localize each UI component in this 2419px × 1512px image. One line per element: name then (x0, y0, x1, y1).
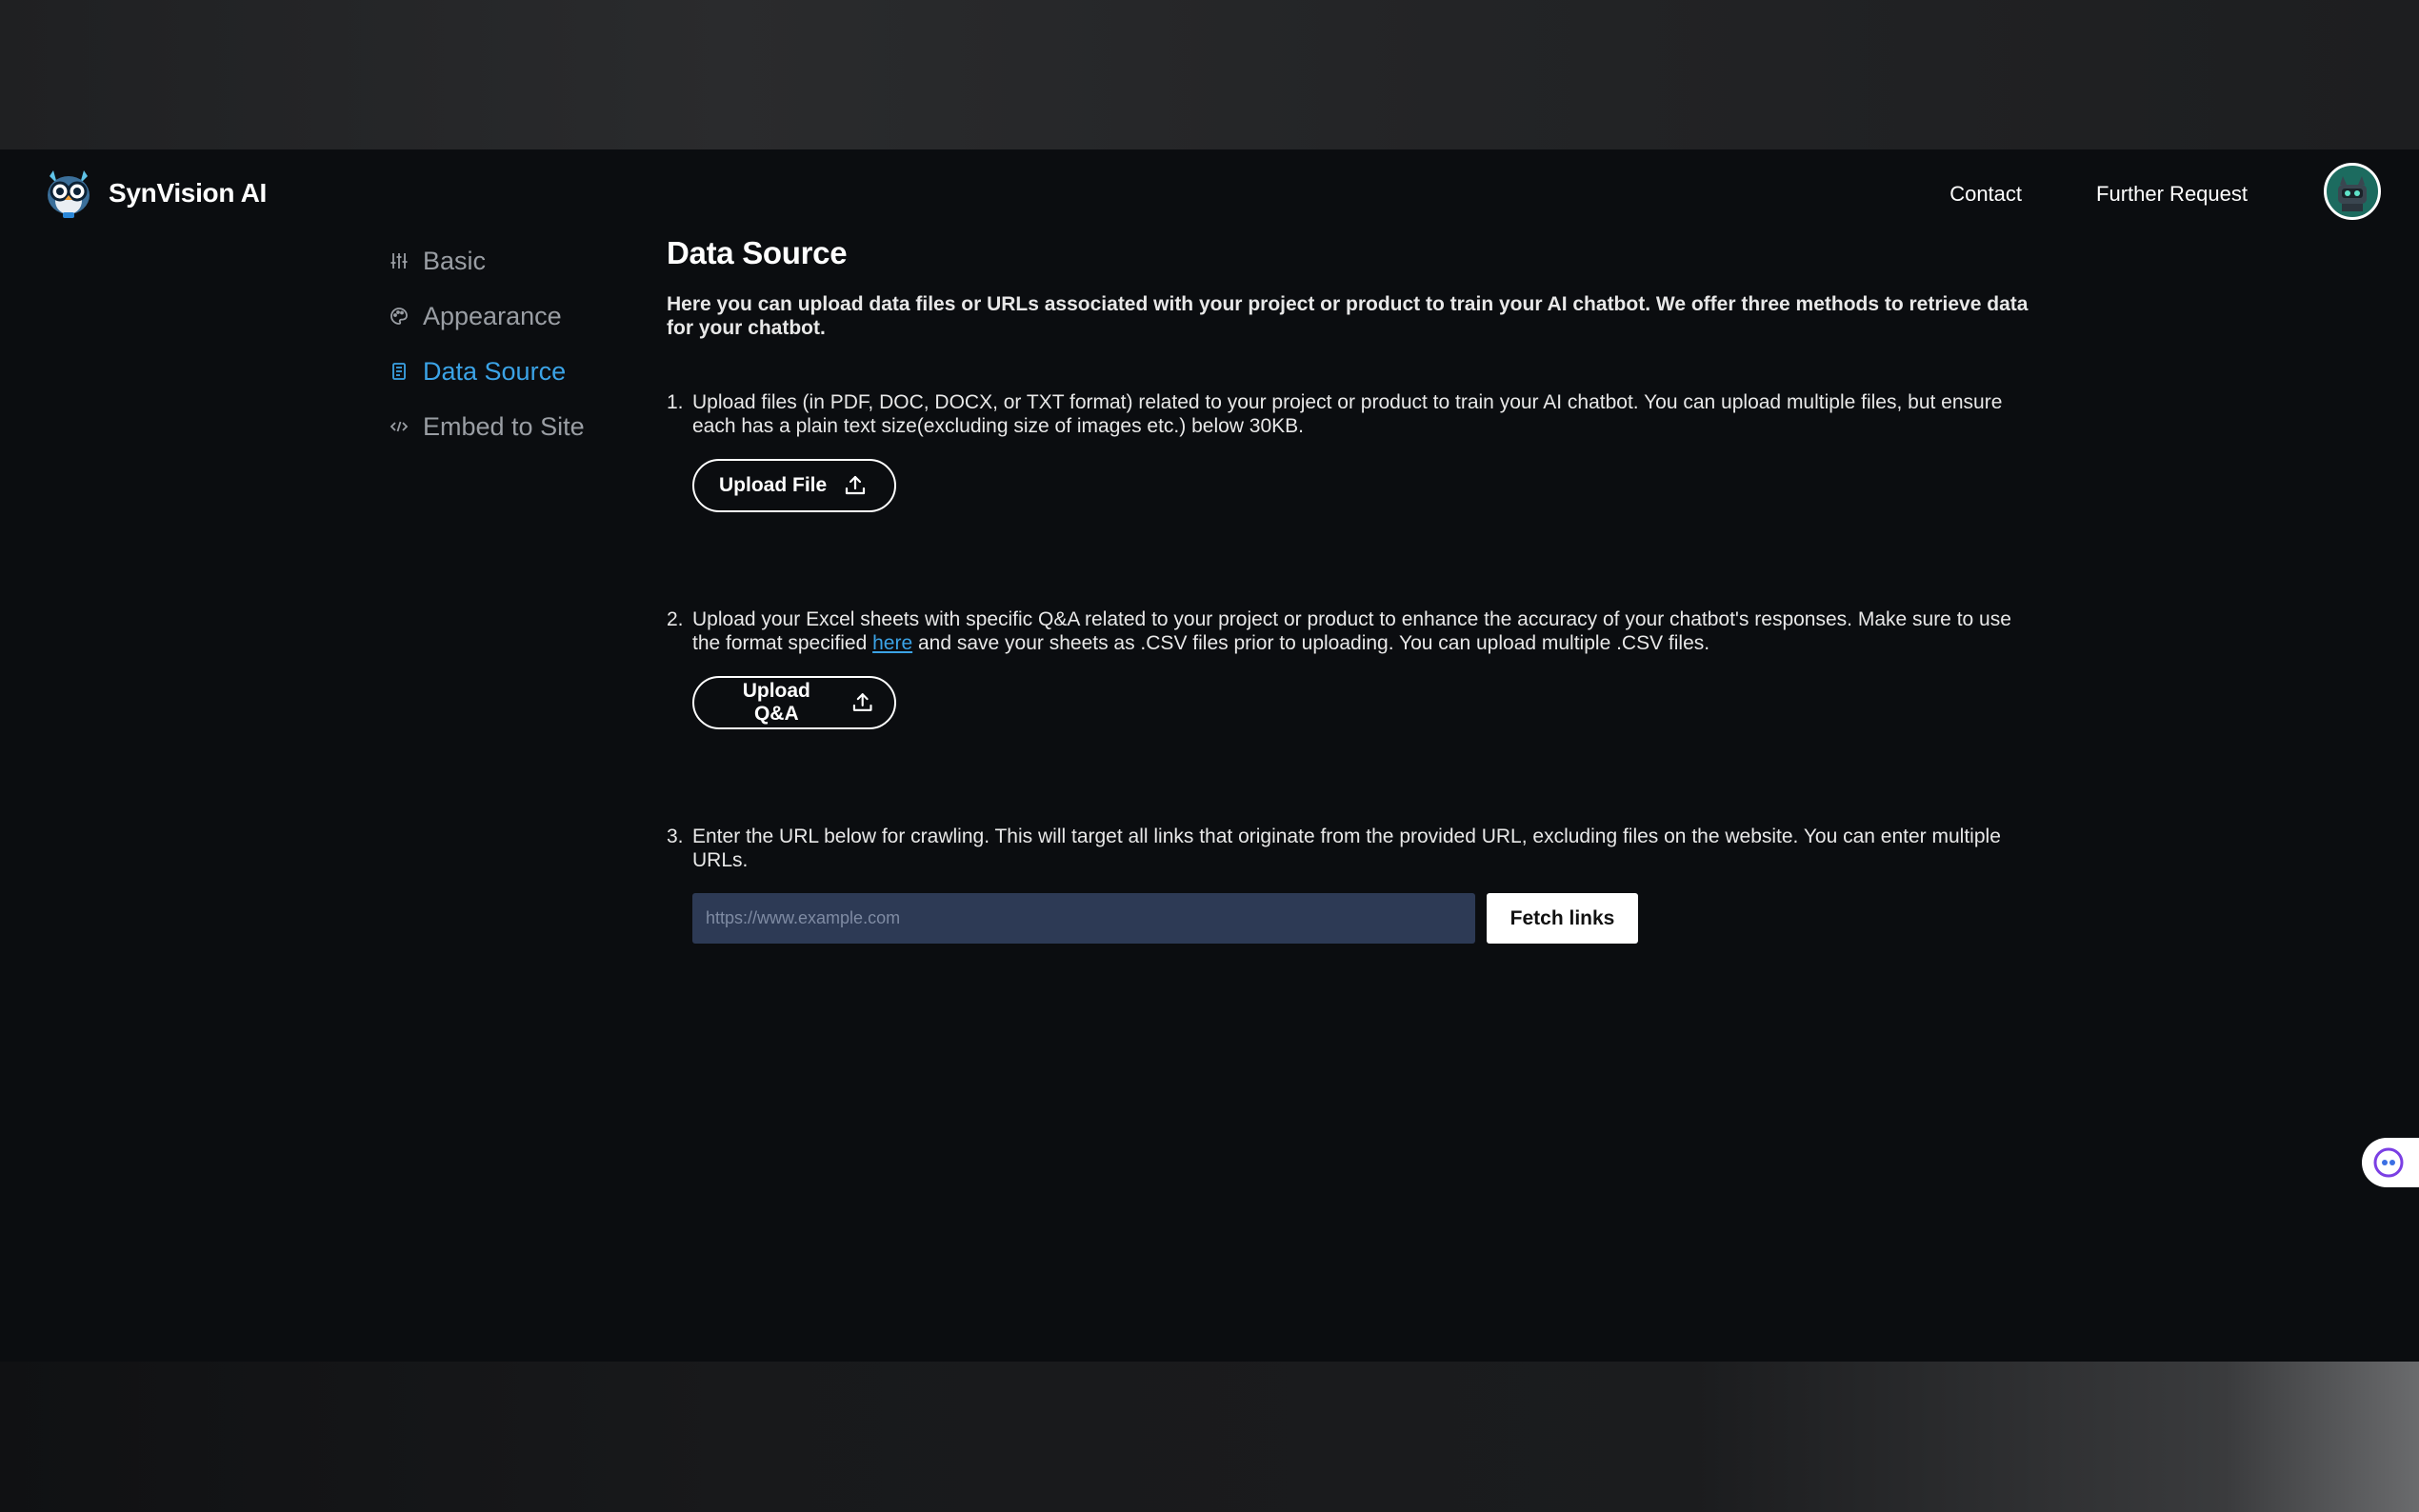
upload-icon (846, 475, 866, 495)
sidebar-item-label: Data Source (423, 356, 567, 386)
button-label: Upload File (719, 474, 828, 496)
step-text-after: and save your sheets as .CSV files prior… (912, 632, 1710, 654)
upload-qa-button[interactable]: Upload Q&A (692, 676, 896, 729)
bottom-backdrop (0, 1362, 2419, 1512)
step-upload-file: 1. Upload files (in PDF, DOC, DOCX, or T… (667, 390, 2029, 512)
fetch-links-button[interactable]: Fetch links (1487, 893, 1638, 944)
brand[interactable]: SynVision AI (42, 167, 267, 220)
document-icon (389, 361, 410, 382)
step-text: Enter the URL below for crawling. This w… (692, 826, 2001, 871)
step-text: Upload your Excel sheets with specific Q… (692, 607, 2029, 655)
step-number: 2. (667, 608, 684, 630)
sidebar-item-embed-to-site[interactable]: Embed to Site (389, 399, 585, 454)
brand-name: SynVision AI (109, 178, 267, 208)
sidebar-item-label: Embed to Site (423, 411, 585, 441)
step-body: Enter the URL below for crawling. This w… (692, 825, 2029, 944)
upload-file-button[interactable]: Upload File (692, 459, 896, 512)
main-content: Data Source Here you can upload data fil… (667, 235, 2029, 944)
sidebar-item-label: Appearance (423, 301, 562, 330)
chat-widget-button[interactable] (2362, 1138, 2419, 1187)
sidebar-item-label: Basic (423, 246, 487, 275)
step-upload-qa: 2. Upload your Excel sheets with specifi… (667, 607, 2029, 729)
format-here-link[interactable]: here (872, 632, 912, 654)
chatbot-face-icon (2373, 1147, 2404, 1178)
avatar[interactable] (2324, 163, 2381, 220)
top-nav: Contact Further Request (1949, 182, 2248, 207)
step-body: Upload your Excel sheets with specific Q… (692, 607, 2029, 729)
sidebar-item-data-source[interactable]: Data Source (389, 344, 585, 399)
step-body: Upload files (in PDF, DOC, DOCX, or TXT … (692, 390, 2029, 512)
step-crawl-url: 3. Enter the URL below for crawling. Thi… (667, 825, 2029, 944)
app-window: SynVision AI Contact Further Request Bas… (0, 149, 2419, 1362)
button-label: Upload Q&A (742, 680, 810, 725)
step-number: 1. (667, 391, 684, 413)
nav-further-request[interactable]: Further Request (2096, 182, 2248, 207)
url-row: Fetch links (692, 893, 2029, 944)
code-icon (389, 416, 410, 437)
sidebar-item-appearance[interactable]: Appearance (389, 288, 585, 344)
settings-sidebar: Basic Appearance Data Source Embed to Si… (389, 233, 585, 454)
top-backdrop (0, 0, 2419, 149)
owl-logo-icon (48, 170, 90, 218)
sliders-icon (389, 250, 410, 271)
intro-text: Here you can upload data files or URLs a… (667, 293, 2029, 339)
url-input[interactable] (692, 893, 1475, 944)
step-text: Upload files (in PDF, DOC, DOCX, or TXT … (692, 391, 2003, 437)
upload-icon (852, 693, 872, 711)
palette-icon (389, 306, 410, 327)
page-title: Data Source (667, 235, 848, 270)
sidebar-item-basic[interactable]: Basic (389, 233, 585, 288)
step-number: 3. (667, 826, 684, 847)
nav-contact[interactable]: Contact (1949, 182, 2022, 207)
robot-avatar-icon (2329, 168, 2376, 215)
